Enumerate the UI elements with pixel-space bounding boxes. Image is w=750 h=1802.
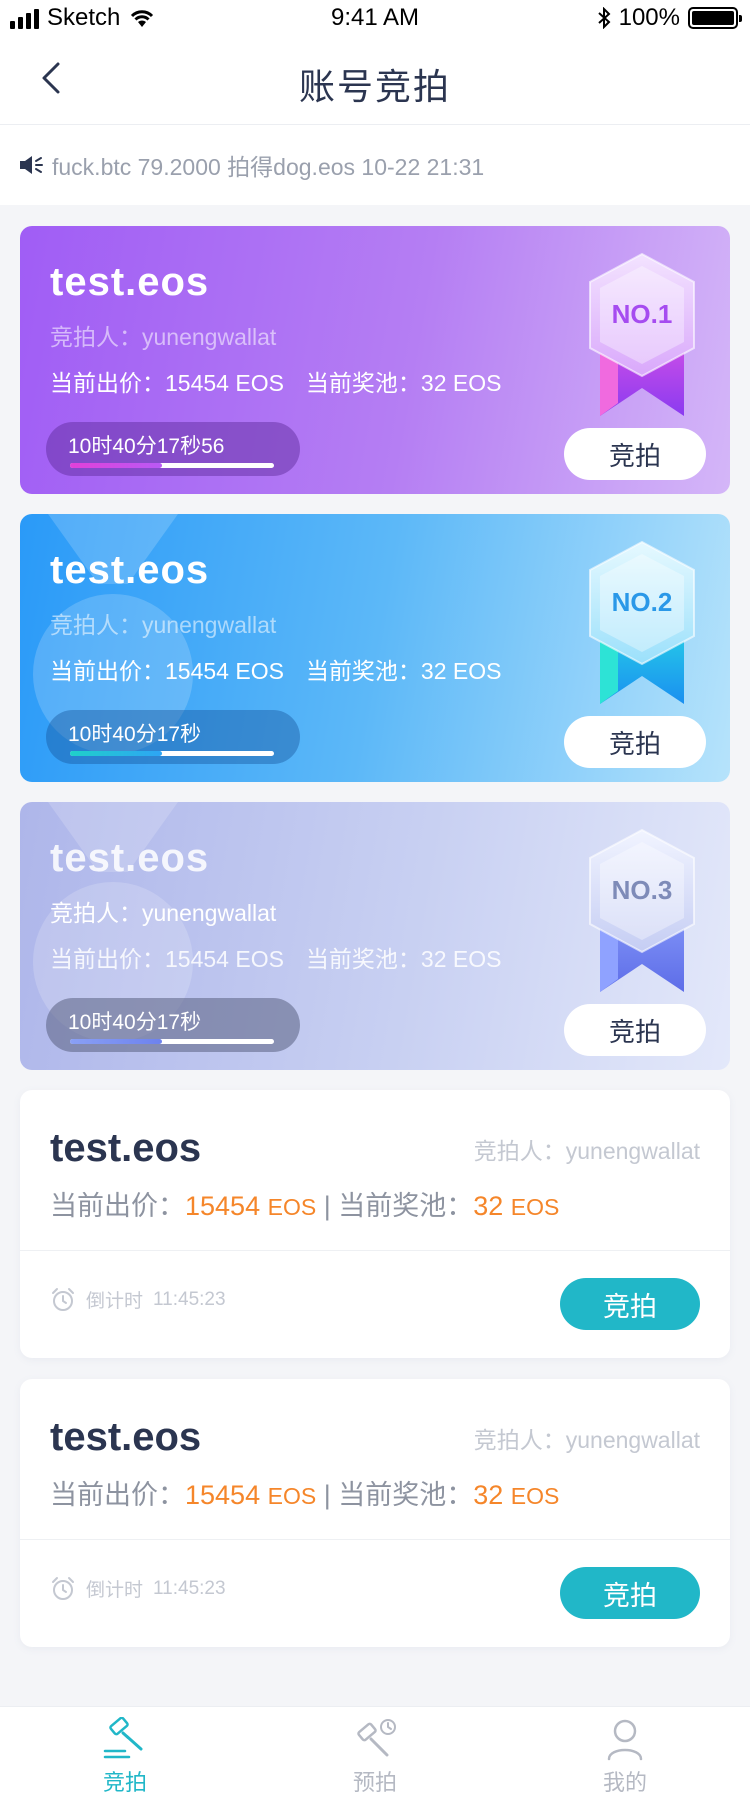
- tab-label: 预拍: [352, 1770, 397, 1795]
- rank-card-1[interactable]: test.eos 竞拍人：yunengwallat 当前出价：15454 EOS…: [20, 226, 730, 494]
- rank-card-3[interactable]: test.eos 竞拍人：yunengwallat 当前出价：15454 EOS…: [20, 802, 730, 1070]
- price-row: 当前出价：15454 EOS 当前奖池：32 EOS: [50, 940, 523, 974]
- tab-pre-auction[interactable]: 预拍: [250, 1707, 500, 1802]
- countdown-row: 倒计时 11:45:23: [50, 1575, 226, 1602]
- gavel-icon: [103, 1717, 143, 1759]
- bid-button[interactable]: 竞拍: [560, 1567, 700, 1619]
- rank-label: NO.1: [612, 299, 673, 329]
- countdown-label: 倒计时: [86, 1580, 144, 1601]
- countdown-label: 倒计时: [86, 1291, 144, 1312]
- auction-card[interactable]: test.eos 竞拍人：yunengwallat 当前出价：15454 EOS…: [20, 1379, 730, 1647]
- divider: [20, 1250, 730, 1251]
- bidder-label: 竞拍人：yunengwallat: [50, 900, 277, 926]
- current-pool: 当前奖池：32 EOS: [305, 658, 502, 684]
- price-row: 当前出价：15454 EOS | 当前奖池：32 EOS: [50, 1473, 559, 1512]
- rank-badge-icon: NO.3: [589, 828, 695, 992]
- account-name: test.eos: [50, 1415, 202, 1459]
- status-right: 100%: [597, 4, 742, 32]
- battery-percent: 100%: [618, 4, 680, 31]
- rank-label: NO.2: [612, 587, 673, 617]
- countdown-progress-fill: [70, 463, 162, 468]
- separator: |: [323, 1191, 331, 1221]
- countdown-progress-track: [70, 463, 274, 468]
- price-value: 15454: [185, 1191, 261, 1221]
- account-name: test.eos: [50, 260, 210, 304]
- countdown-progress-track: [70, 751, 274, 756]
- bid-button[interactable]: 竞拍: [564, 428, 706, 480]
- speaker-icon: [20, 156, 43, 174]
- bid-button[interactable]: 竞拍: [560, 1278, 700, 1330]
- notice-bar: fuck.btc 79.2000 拍得dog.eos 10-22 21:31: [0, 125, 750, 205]
- user-icon: [607, 1719, 643, 1761]
- current-pool: 当前奖池：32 EOS: [305, 946, 502, 972]
- countdown-text: 10时40分17秒: [68, 723, 202, 746]
- countdown-text: 10时40分17秒: [68, 1011, 202, 1034]
- pool-value: 32: [473, 1480, 504, 1510]
- pool-value: 32: [473, 1191, 504, 1221]
- current-price: 当前出价：15454 EOS: [50, 946, 284, 972]
- pool-value-group: 32 EOS: [473, 1191, 559, 1221]
- auction-card[interactable]: test.eos 竞拍人：yunengwallat 当前出价：15454 EOS…: [20, 1090, 730, 1358]
- page-title: 账号竞拍: [298, 66, 451, 107]
- pool-label: 当前奖池：: [338, 1480, 474, 1510]
- price-value-group: 15454 EOS: [185, 1191, 316, 1221]
- countdown-text: 10时40分17秒56: [68, 435, 225, 458]
- rank-badge-icon: NO.1: [589, 252, 695, 416]
- price-row: 当前出价：15454 EOS 当前奖池：32 EOS: [50, 364, 523, 398]
- tab-auction[interactable]: 竞拍: [0, 1707, 250, 1802]
- alarm-clock-icon: [52, 1576, 74, 1600]
- current-price: 当前出价：15454 EOS: [50, 370, 284, 396]
- price-unit: EOS: [267, 1483, 317, 1509]
- countdown-pill: 10时40分17秒: [46, 998, 300, 1052]
- tab-bar: 竞拍 预拍 我的: [0, 1706, 750, 1802]
- rank-card-2[interactable]: test.eos 竞拍人：yunengwallat 当前出价：15454 EOS…: [20, 514, 730, 782]
- bluetooth-icon: [597, 7, 611, 29]
- bid-button[interactable]: 竞拍: [564, 716, 706, 768]
- pool-unit: EOS: [510, 1483, 560, 1509]
- current-price: 当前出价：15454 EOS: [50, 658, 284, 684]
- nav-bar: 账号竞拍: [0, 40, 750, 125]
- bidder-label: 竞拍人：yunengwallat: [50, 612, 277, 638]
- bidder-label: 竞拍人：yunengwallat: [473, 1427, 700, 1453]
- bidder-label: 竞拍人：yunengwallat: [473, 1138, 700, 1164]
- tab-label: 竞拍: [102, 1770, 147, 1795]
- account-name: test.eos: [50, 836, 210, 880]
- countdown-value: 11:45:23: [153, 1288, 226, 1310]
- bidder-label: 竞拍人：yunengwallat: [50, 324, 277, 350]
- price-unit: EOS: [267, 1194, 317, 1220]
- battery-icon: [688, 7, 742, 29]
- divider: [20, 1539, 730, 1540]
- price-value: 15454: [185, 1480, 261, 1510]
- bid-button[interactable]: 竞拍: [564, 1004, 706, 1056]
- countdown-progress-fill: [70, 1039, 162, 1044]
- price-label: 当前出价：: [50, 1191, 185, 1221]
- price-row: 当前出价：15454 EOS | 当前奖池：32 EOS: [50, 1184, 559, 1223]
- pool-label: 当前奖池：: [338, 1191, 474, 1221]
- countdown-row: 倒计时 11:45:23: [50, 1286, 226, 1313]
- tab-label: 我的: [602, 1770, 647, 1795]
- countdown-value: 11:45:23: [153, 1577, 226, 1599]
- rank-label: NO.3: [612, 875, 673, 905]
- account-name: test.eos: [50, 548, 210, 592]
- tab-mine[interactable]: 我的: [500, 1707, 750, 1802]
- countdown-progress-fill: [70, 751, 162, 756]
- gavel-clock-icon: [357, 1719, 396, 1757]
- alarm-clock-icon: [52, 1287, 74, 1311]
- separator: |: [323, 1480, 331, 1510]
- price-label: 当前出价：: [50, 1480, 185, 1510]
- pool-unit: EOS: [510, 1194, 560, 1220]
- notice-text: fuck.btc 79.2000 拍得dog.eos 10-22 21:31: [52, 154, 485, 180]
- countdown-pill: 10时40分17秒: [46, 710, 300, 764]
- price-row: 当前出价：15454 EOS 当前奖池：32 EOS: [50, 652, 523, 686]
- countdown-pill: 10时40分17秒56: [46, 422, 300, 476]
- account-name: test.eos: [50, 1126, 202, 1170]
- pool-value-group: 32 EOS: [473, 1480, 559, 1510]
- rank-badge-icon: NO.2: [589, 540, 695, 704]
- countdown-progress-track: [70, 1039, 274, 1044]
- status-bar: Sketch 9:41 AM 100%: [0, 0, 750, 40]
- price-value-group: 15454 EOS: [185, 1480, 316, 1510]
- current-pool: 当前奖池：32 EOS: [305, 370, 502, 396]
